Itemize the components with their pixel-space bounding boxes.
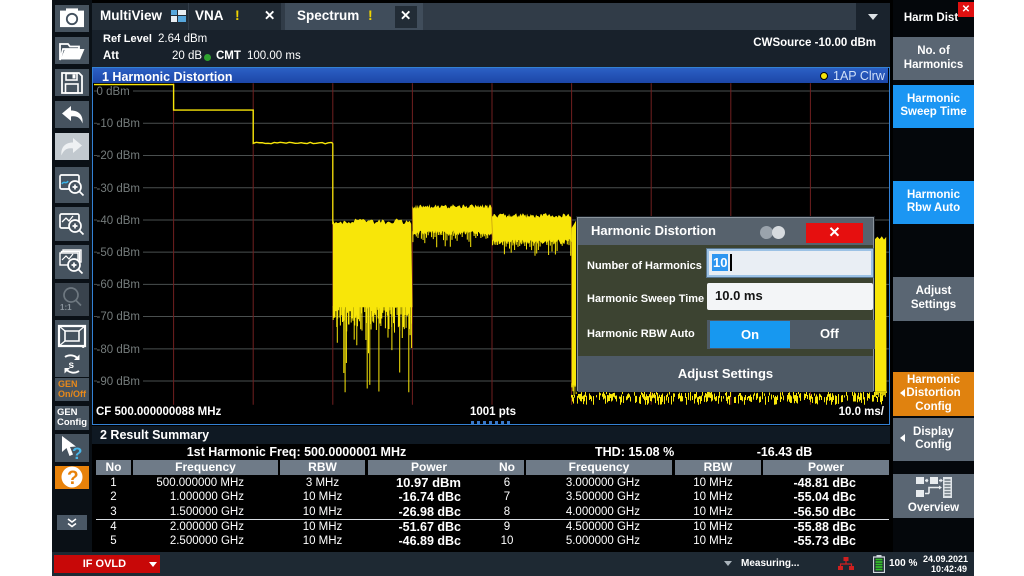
- svg-text:?: ?: [72, 444, 82, 461]
- svg-text:?: ?: [67, 468, 79, 489]
- svg-text:1:1: 1:1: [60, 303, 72, 312]
- svg-text:s: s: [69, 360, 75, 371]
